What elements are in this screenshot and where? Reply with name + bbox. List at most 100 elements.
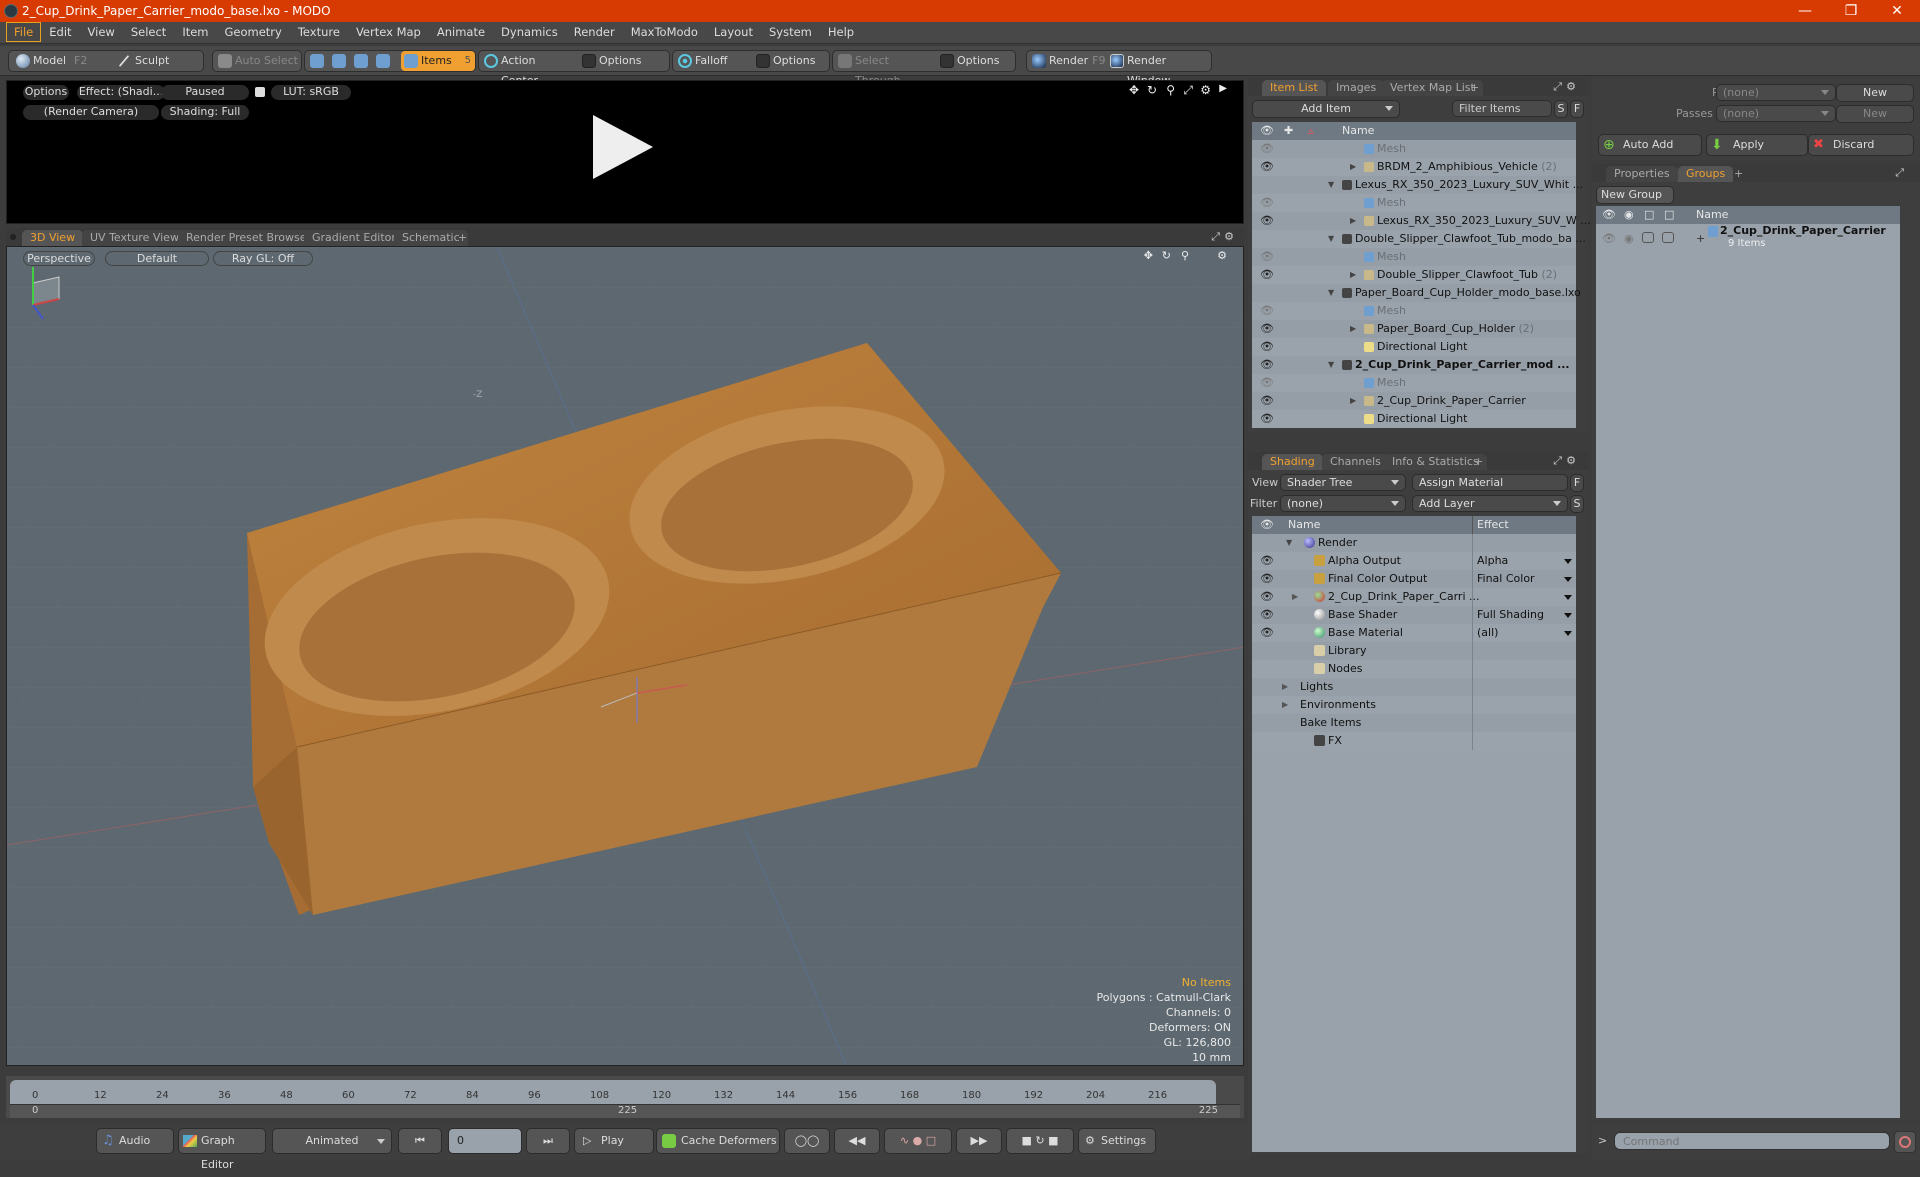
render-camera-dropdown[interactable]: (Render Camera) [23,105,159,120]
maximize-icon[interactable]: ⤢ [1895,166,1904,180]
view-dropdown[interactable]: Shader Tree [1280,474,1406,491]
visibility-eye-icon[interactable]: 👁 [1260,570,1274,588]
visibility-eye-icon[interactable]: 👁 [1260,338,1274,356]
add-tab-button[interactable]: + [1466,80,1483,96]
filter-s-button[interactable]: S [1554,100,1568,118]
render-toggle-icon[interactable]: ◉ [1624,232,1634,245]
discard-button[interactable]: ✖ Discard [1808,134,1914,156]
polygons-mode-button[interactable] [351,51,371,71]
new-pass-button[interactable]: New [1836,105,1914,123]
expand-arrow-icon[interactable]: ▶ [1350,212,1356,230]
falloff-options-button[interactable]: Options [753,51,829,71]
collapse-arrow-icon[interactable]: ▼ [1328,284,1334,302]
command-input[interactable] [1614,1132,1890,1150]
item-list-row[interactable]: 👁 ▶ BRDM_2_Amphibious_Vehicle (2) [1252,158,1576,176]
expand-arrow-icon[interactable]: ▶ [1219,83,1227,94]
select-toggle[interactable] [1662,232,1674,243]
visibility-eye-icon[interactable]: 👁 [1260,374,1274,392]
graph-editor-button[interactable]: Graph Editor [178,1128,266,1171]
play-button[interactable]: ▷ Play [574,1128,654,1154]
visibility-eye-icon[interactable]: 👁 [1260,356,1274,374]
tab-images[interactable]: Images [1328,80,1385,96]
menu-layout[interactable]: Layout [706,22,761,42]
effect-cell[interactable] [1472,588,1576,606]
menu-vertex-map[interactable]: Vertex Map [348,22,429,42]
3d-viewport[interactable]: -Z Perspective Default Ray GL: Off ✥ ↻ ⚲ [6,246,1244,1066]
projection-dropdown[interactable]: Perspective [23,251,95,266]
action-center-button[interactable]: Action Center [481,51,575,87]
effect-dropdown[interactable]: Effect: (Shadi... [77,85,165,100]
menu-item[interactable]: Item [174,22,216,42]
tab-uv-texture-view[interactable]: UV Texture View [82,230,187,246]
zoom-icon[interactable]: ⚲ [1166,83,1175,97]
shader-tree-row[interactable]: Nodes [1252,660,1576,678]
model-mode-button[interactable]: Model F2 [13,51,113,71]
shading-f-button[interactable]: F [1570,474,1584,492]
skip-to-start-button[interactable]: ⏮ [398,1128,442,1154]
raygl-dropdown[interactable]: Ray GL: Off [213,251,313,266]
key-up-down-buttons[interactable]: ◯◯ [784,1128,830,1154]
shader-tree-row[interactable]: ▶ Environments [1252,696,1576,714]
shader-tree-row[interactable]: Library [1252,642,1576,660]
menu-file[interactable]: File [6,22,42,42]
lock-toggle[interactable] [1642,232,1654,243]
new-group-button[interactable]: New Group [1596,186,1674,204]
item-list-row[interactable]: 👁 Directional Light [1252,338,1576,356]
close-button[interactable]: ✕ [1874,0,1920,22]
expand-plus-icon[interactable]: + [1696,232,1705,245]
tab-shading[interactable]: Shading [1262,454,1323,470]
item-list-row[interactable]: ▼ Paper_Board_Cup_Holder_modo_base.lxo [1252,284,1581,302]
key-options-buttons[interactable]: ■ ↻ ■ [1006,1128,1074,1154]
sculpt-mode-button[interactable]: Sculpt [115,51,195,71]
menu-view[interactable]: View [80,22,123,42]
select-through-options-button[interactable]: Options [937,51,1013,71]
rotate-icon[interactable]: ↻ [1162,249,1171,262]
collapse-arrow-icon[interactable]: ▼ [1328,176,1334,194]
visibility-eye-icon[interactable]: 👁 [1260,552,1274,570]
shader-tree-row[interactable]: 👁 Base Shader Full Shading [1252,606,1576,624]
shader-tree-row[interactable]: FX [1252,732,1576,750]
maximize-icon[interactable]: ⤢ [1553,454,1562,468]
falloff-button[interactable]: Falloff [675,51,751,71]
new-pass-group-button[interactable]: New [1836,84,1914,102]
maximize-icon[interactable]: ⤢ [1211,230,1220,244]
edges-mode-button[interactable] [329,51,349,71]
expand-arrow-icon[interactable]: ▶ [1350,392,1356,410]
add-tab-button[interactable]: + [1470,454,1487,470]
timeline[interactable]: 0 12 24 36 48 60 72 84 96 108 120 132 144 156 168 180 19… [6,1076,1244,1118]
play-render-icon[interactable] [593,115,653,179]
item-list-row[interactable]: 👁 ▼ 2_Cup_Drink_Paper_Carrier_mod ... [1252,356,1576,374]
record-key-buttons[interactable]: ∿ ● □ [884,1128,952,1154]
expand-arrow-icon[interactable]: ▶ [1350,266,1356,284]
minimize-button[interactable]: — [1782,0,1828,22]
auto-add-button[interactable]: ⊕ Auto Add [1598,134,1702,156]
effect-cell[interactable]: Alpha [1472,552,1576,570]
animation-mode-dropdown[interactable]: Animated [272,1128,392,1154]
filter-f-button[interactable]: F [1570,100,1584,118]
record-macro-button[interactable] [1894,1131,1916,1153]
filter-items-input[interactable]: Filter Items [1452,100,1552,117]
shading-s-button[interactable]: S [1570,495,1584,513]
menu-render[interactable]: Render [566,22,623,42]
menu-help[interactable]: Help [820,22,862,42]
add-layer-dropdown[interactable]: Add Layer [1412,495,1568,512]
shading-dropdown[interactable]: Shading: Full [161,105,249,120]
assign-material-button[interactable]: Assign Material [1412,474,1568,491]
visibility-eye-icon[interactable]: 👁 [1260,588,1274,606]
shader-tree-row[interactable]: 👁 Base Material (all) [1252,624,1576,642]
effect-cell[interactable]: Full Shading [1472,606,1576,624]
gear-icon[interactable]: ⚙ [1200,83,1211,97]
add-tab-button[interactable]: + [1730,166,1747,182]
menu-geometry[interactable]: Geometry [217,22,290,42]
maximize-icon[interactable]: ⤢ [1553,80,1562,94]
view-style-dropdown[interactable]: Default [105,251,209,266]
maximize-icon[interactable]: ⤢ [1183,83,1193,98]
auto-select-button[interactable]: Auto Select [215,51,301,71]
item-list-row[interactable]: 👁 ▶ Double_Slipper_Clawfoot_Tub (2) [1252,266,1576,284]
item-list-row[interactable]: 👁 Mesh [1252,302,1576,320]
cache-deformers-button[interactable]: Cache Deformers [656,1128,780,1154]
restore-button[interactable]: ❐ [1828,0,1874,22]
item-list-row[interactable]: 👁 Mesh [1252,194,1576,212]
filter-dropdown[interactable]: (none) [1280,495,1406,512]
items-mode-button[interactable]: Items 5 [401,51,475,71]
